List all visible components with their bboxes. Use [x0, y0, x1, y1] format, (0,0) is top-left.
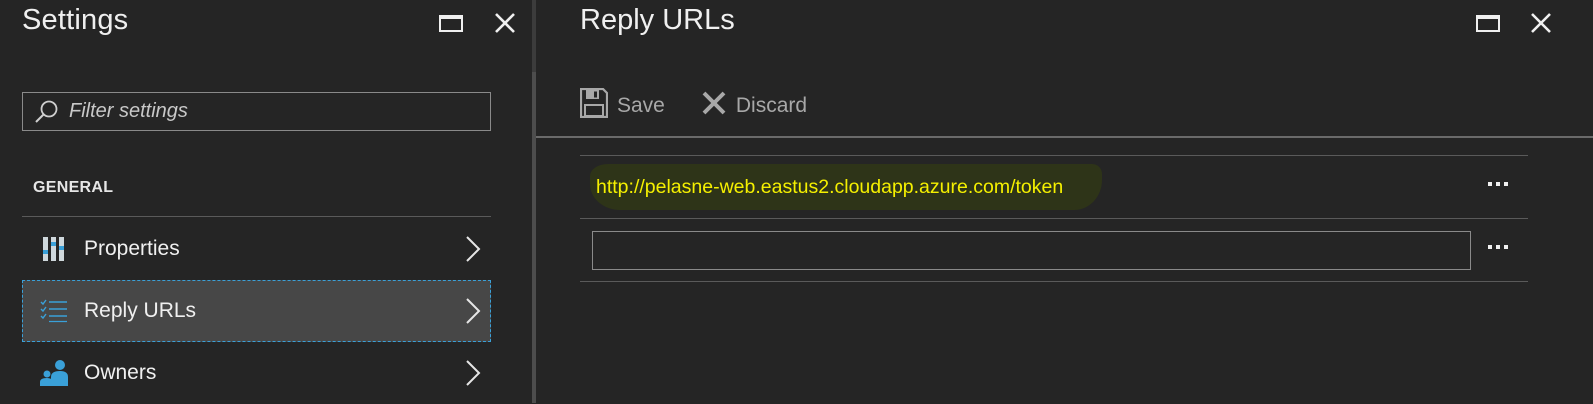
search-icon — [33, 99, 59, 125]
close-icon — [1531, 13, 1551, 33]
section-divider — [22, 216, 491, 217]
owners-icon — [39, 358, 69, 388]
discard-icon — [701, 90, 727, 122]
toolbar-divider — [536, 136, 1593, 138]
sidebar-item-owners[interactable]: Owners — [22, 342, 491, 404]
discard-label: Discard — [735, 94, 808, 117]
more-dot — [1496, 182, 1500, 186]
sidebar-item-label: Properties — [84, 237, 180, 260]
discard-button[interactable]: Discard — [701, 90, 807, 122]
reply-url-value[interactable]: http://pelasne-web.eastus2.cloudapp.azur… — [596, 176, 1063, 199]
save-button[interactable]: Save — [579, 87, 665, 124]
settings-title: Settings — [22, 4, 129, 36]
maximize-icon — [1476, 14, 1500, 32]
save-icon — [579, 87, 609, 124]
reply-urls-title: Reply URLs — [580, 4, 735, 36]
filter-settings-box[interactable] — [22, 92, 491, 131]
close-button[interactable] — [488, 6, 522, 40]
properties-icon — [39, 234, 69, 264]
row-divider — [580, 281, 1528, 282]
save-label: Save — [617, 94, 665, 117]
sidebar-item-properties[interactable]: Properties — [22, 218, 491, 280]
chevron-right-icon — [465, 235, 481, 263]
toolbar: Save Discard — [579, 87, 807, 124]
more-dot — [1496, 245, 1500, 249]
new-reply-url-input[interactable] — [592, 231, 1471, 270]
more-options-button[interactable] — [1488, 182, 1508, 186]
reply-urls-icon — [39, 296, 69, 326]
close-icon — [495, 13, 515, 33]
maximize-button[interactable] — [434, 6, 468, 40]
close-button[interactable] — [1524, 6, 1558, 40]
sidebar-item-label: Owners — [84, 361, 157, 384]
reply-urls-blade: Reply URLs Save Discard http://pelasne-w… — [536, 0, 1593, 403]
more-dot — [1504, 182, 1508, 186]
more-options-button[interactable] — [1488, 245, 1508, 249]
reply-url-list: http://pelasne-web.eastus2.cloudapp.azur… — [580, 155, 1528, 282]
new-reply-url-row — [580, 219, 1528, 281]
more-dot — [1488, 182, 1492, 186]
general-section-header: GENERAL — [33, 179, 114, 196]
filter-settings-input[interactable] — [67, 99, 490, 124]
sidebar-item-label: Reply URLs — [84, 299, 197, 322]
reply-url-row[interactable]: http://pelasne-web.eastus2.cloudapp.azur… — [580, 156, 1528, 218]
more-dot — [1488, 245, 1492, 249]
more-dot — [1504, 245, 1508, 249]
settings-blade: Settings GENERAL — [0, 0, 532, 403]
maximize-button[interactable] — [1471, 6, 1505, 40]
sidebar-item-reply-urls[interactable]: Reply URLs — [22, 280, 491, 342]
chevron-right-icon — [465, 297, 481, 325]
chevron-right-icon — [465, 359, 481, 387]
maximize-icon — [439, 14, 463, 32]
